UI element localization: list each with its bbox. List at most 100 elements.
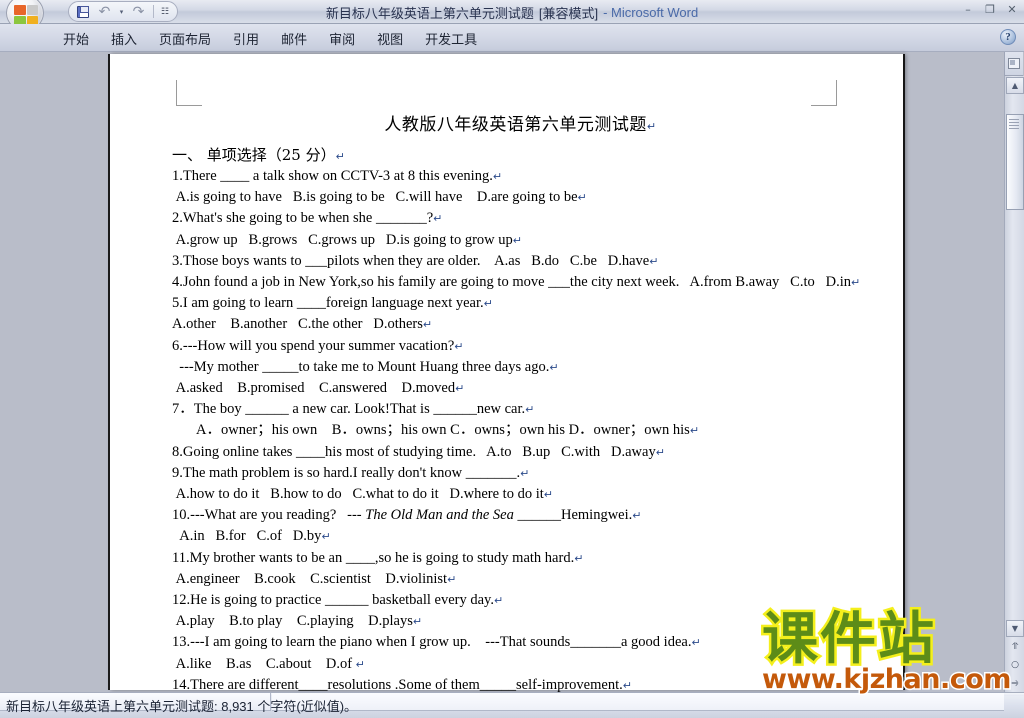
pilcrow-icon: ↵: [622, 678, 632, 692]
redo-icon: ↷: [132, 3, 145, 20]
toolbar-divider: [153, 5, 154, 18]
title-bar: 新目标八年级英语上第六单元测试题 [兼容模式] - Microsoft Word…: [0, 0, 1024, 31]
doc-line: 11.My brother wants to be an ____,so he …: [172, 549, 584, 566]
window-title-document: 新目标八年级英语上第六单元测试题: [325, 5, 534, 21]
undo-dropdown-button[interactable]: ▾: [117, 3, 126, 21]
pilcrow-icon: ↵: [574, 551, 584, 565]
doc-line: 7．The boy ______ a new car. Look!That is…: [172, 401, 535, 418]
scroll-up-button[interactable]: ▲: [1006, 77, 1024, 94]
doc-line: 8.Going online takes ____his most of stu…: [172, 443, 665, 460]
doc-line: A.is going to have B.is going to be C.wi…: [172, 189, 587, 206]
pilcrow-icon: ↵: [632, 509, 642, 523]
pilcrow-icon: ↵: [655, 445, 665, 459]
maximize-button[interactable]: ❐: [982, 2, 998, 17]
help-icon[interactable]: ?: [1000, 29, 1016, 45]
doc-line: 13.---I am going to learn the piano when…: [172, 634, 701, 651]
tab-developer[interactable]: 开发工具: [414, 26, 488, 51]
document-page[interactable]: 人教版八年级英语第六单元测试题↵ 一、 单项选择（25 分）↵ 1.There …: [108, 54, 903, 714]
pilcrow-icon: ↵: [549, 360, 559, 374]
doc-line: A.in B.for C.of D.by↵: [172, 528, 331, 545]
pilcrow-icon: ↵: [483, 297, 493, 311]
book-title: The Old Man and the Sea: [365, 507, 514, 524]
doc-line: 10.---What are you reading? --- The Old …: [172, 507, 642, 524]
document-heading: 人教版八年级英语第六单元测试题↵: [384, 115, 657, 135]
word-count-status: 新目标八年级英语上第六单元测试题: 8,931 个字符(近似值)。: [6, 699, 358, 714]
status-panel-right: [272, 693, 1004, 711]
doc-line: 6.---How will you spend your summer vaca…: [172, 337, 464, 354]
pilcrow-icon: ↵: [577, 191, 587, 205]
save-icon: [76, 5, 89, 18]
save-button[interactable]: [73, 3, 92, 21]
pilcrow-icon: ↵: [355, 657, 365, 671]
doc-line: 9.The math problem is so hard.I really d…: [172, 464, 530, 481]
doc-line: 2.What's she going to be when she ______…: [172, 210, 443, 227]
pilcrow-icon: ↵: [689, 424, 700, 438]
scroll-down-button[interactable]: ▼: [1006, 620, 1024, 637]
minimize-button[interactable]: –: [960, 2, 976, 17]
doc-line: A.asked B.promised C.answered D.moved↵: [172, 380, 465, 397]
status-bar: 新目标八年级英语上第六单元测试题: 8,931 个字符(近似值)。: [0, 692, 1024, 718]
pilcrow-icon: ↵: [454, 339, 464, 353]
vertical-scrollbar[interactable]: ▲ ▼ ⥣ ○ ⥤: [1004, 76, 1024, 692]
pilcrow-icon: ↵: [851, 276, 861, 290]
ribbon-tab-bar: 开始 插入 页面布局 引用 邮件 审阅 视图 开发工具 ?: [0, 24, 1024, 52]
scrollbar-grip-icon: [1009, 119, 1019, 129]
doc-line: A.grow up B.grows C.grows up D.is going …: [172, 231, 522, 248]
undo-button[interactable]: ↶: [95, 3, 114, 21]
doc-line: 1.There ____ a talk show on CCTV-3 at 8 …: [172, 168, 503, 184]
ribbon-tabs: 开始 插入 页面布局 引用 邮件 审阅 视图 开发工具: [52, 24, 488, 52]
pilcrow-icon: ↵: [492, 170, 503, 183]
doc-line: 4.John found a job in New York,so his fa…: [172, 274, 861, 291]
pilcrow-icon: ↵: [447, 572, 457, 586]
select-browse-object-button[interactable]: ○: [1006, 656, 1024, 673]
tab-home[interactable]: 开始: [52, 26, 100, 51]
office-logo-icon: [14, 5, 38, 25]
chevron-down-icon: ▾: [119, 8, 124, 16]
pilcrow-icon: ↵: [433, 212, 443, 226]
tab-references[interactable]: 引用: [222, 26, 270, 51]
overflow-icon: ☷: [160, 6, 170, 16]
tab-review[interactable]: 审阅: [318, 26, 366, 51]
next-page-button[interactable]: ⥤: [1006, 674, 1024, 691]
pilcrow-icon: ↵: [412, 615, 423, 629]
tab-mailings[interactable]: 邮件: [270, 26, 318, 51]
pilcrow-icon: ↵: [646, 120, 657, 133]
pilcrow-icon: ↵: [494, 594, 504, 608]
doc-line: 12.He is going to practice ______ basket…: [172, 592, 504, 609]
window-controls: – ❐ ✕: [960, 2, 1020, 17]
pilcrow-icon: ↵: [335, 150, 345, 163]
word-window: 新目标八年级英语上第六单元测试题 [兼容模式] - Microsoft Word…: [0, 0, 1024, 718]
doc-line: ---My mother _____to take me to Mount Hu…: [172, 358, 559, 375]
section-heading: 一、 单项选择（25 分）↵: [172, 146, 345, 164]
tab-page-layout[interactable]: 页面布局: [148, 26, 222, 51]
document-workspace: 人教版八年级英语第六单元测试题↵ 一、 单项选择（25 分）↵ 1.There …: [0, 52, 1024, 714]
doc-line: A.engineer B.cook C.scientist D.violinis…: [172, 570, 457, 587]
undo-icon: ↶: [98, 3, 111, 20]
document-body: 人教版八年级英语第六单元测试题↵ 一、 单项选择（25 分）↵ 1.There …: [172, 110, 869, 718]
ruler-toggle-button[interactable]: [1004, 52, 1023, 76]
doc-line: 5.I am going to learn ____foreign langua…: [172, 295, 493, 312]
margin-mark-top-right: [811, 80, 837, 106]
pilcrow-icon: ↵: [321, 530, 331, 544]
tab-insert[interactable]: 插入: [100, 26, 148, 51]
doc-line: 3.Those boys wants to ___pilots when the…: [172, 252, 659, 269]
margin-mark-top-left: [176, 80, 202, 106]
tab-view[interactable]: 视图: [366, 26, 414, 51]
doc-line: A.like B.as C.about D.of ↵: [172, 655, 365, 672]
quick-access-toolbar: ↶ ▾ ↷ ☷: [68, 1, 178, 22]
pilcrow-icon: ↵: [691, 636, 701, 650]
ruler-icon: [1008, 58, 1020, 69]
doc-line: A.how to do it B.how to do C.what to do …: [172, 486, 553, 503]
customize-quick-access-button[interactable]: ☷: [159, 3, 171, 21]
pilcrow-icon: ↵: [455, 382, 465, 396]
previous-page-button[interactable]: ⥣: [1006, 638, 1024, 655]
close-button[interactable]: ✕: [1004, 2, 1020, 17]
window-title-app: - Microsoft Word: [603, 4, 699, 20]
doc-line: A．owner；his own B．owns；his own C．owns；ow…: [196, 422, 700, 439]
pilcrow-icon: ↵: [649, 254, 659, 268]
doc-line: A.other B.another C.the other D.others↵: [172, 316, 433, 333]
pilcrow-icon: ↵: [422, 318, 433, 332]
window-title-mode: [兼容模式]: [538, 5, 599, 21]
pilcrow-icon: ↵: [543, 488, 553, 502]
redo-button[interactable]: ↷: [129, 3, 148, 21]
